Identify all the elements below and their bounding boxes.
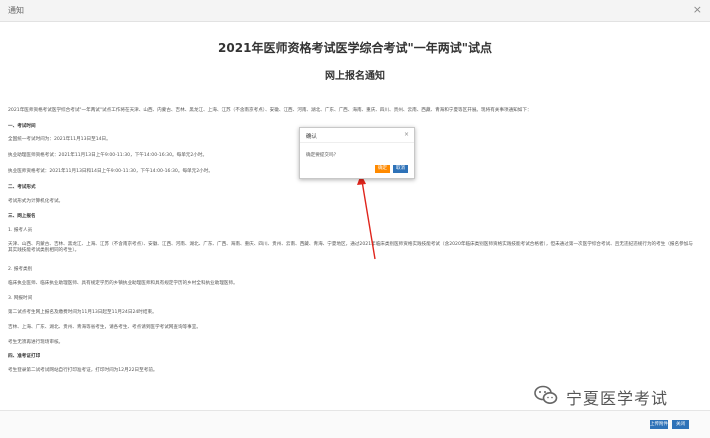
wechat-icon bbox=[534, 385, 558, 404]
close-button[interactable]: 关闭 bbox=[672, 420, 689, 429]
confirm-dialog: 确认 × 确定要提交吗？ 确定 取消 bbox=[299, 127, 415, 179]
annotation-arrow bbox=[357, 174, 376, 260]
dialog-message: 确定要提交吗？ bbox=[306, 153, 339, 158]
dialog-close-icon[interactable]: × bbox=[404, 131, 409, 138]
cancel-button[interactable]: 取消 bbox=[393, 165, 408, 173]
upload-attachment-button[interactable]: 上传附件 bbox=[650, 420, 668, 429]
dialog-header: 确认 × bbox=[300, 128, 414, 143]
footer-bar: 上传附件 关闭 bbox=[0, 410, 710, 438]
watermark-text: 宁夏医学考试 bbox=[566, 389, 669, 408]
confirm-button[interactable]: 确定 bbox=[375, 165, 390, 173]
dialog-title: 确认 bbox=[306, 134, 318, 140]
